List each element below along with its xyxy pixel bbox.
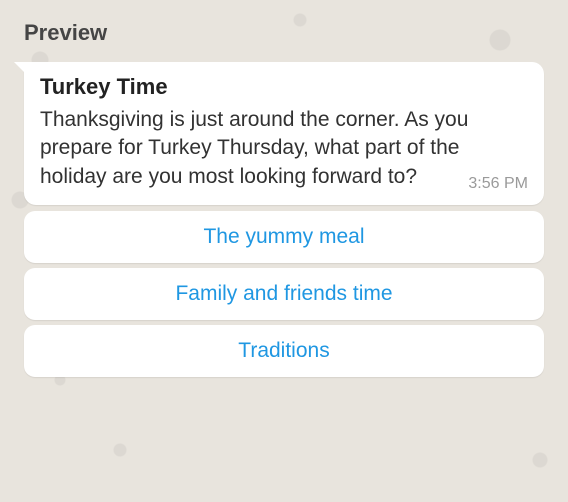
quick-reply-options: The yummy meal Family and friends time T… <box>24 211 544 377</box>
option-button-traditions[interactable]: Traditions <box>24 325 544 377</box>
message-container: Turkey Time Thanksgiving is just around … <box>24 62 544 377</box>
option-button-yummy-meal[interactable]: The yummy meal <box>24 211 544 263</box>
message-bubble: Turkey Time Thanksgiving is just around … <box>24 62 544 205</box>
message-title: Turkey Time <box>40 74 528 100</box>
option-button-family-friends[interactable]: Family and friends time <box>24 268 544 320</box>
preview-label: Preview <box>24 20 544 46</box>
